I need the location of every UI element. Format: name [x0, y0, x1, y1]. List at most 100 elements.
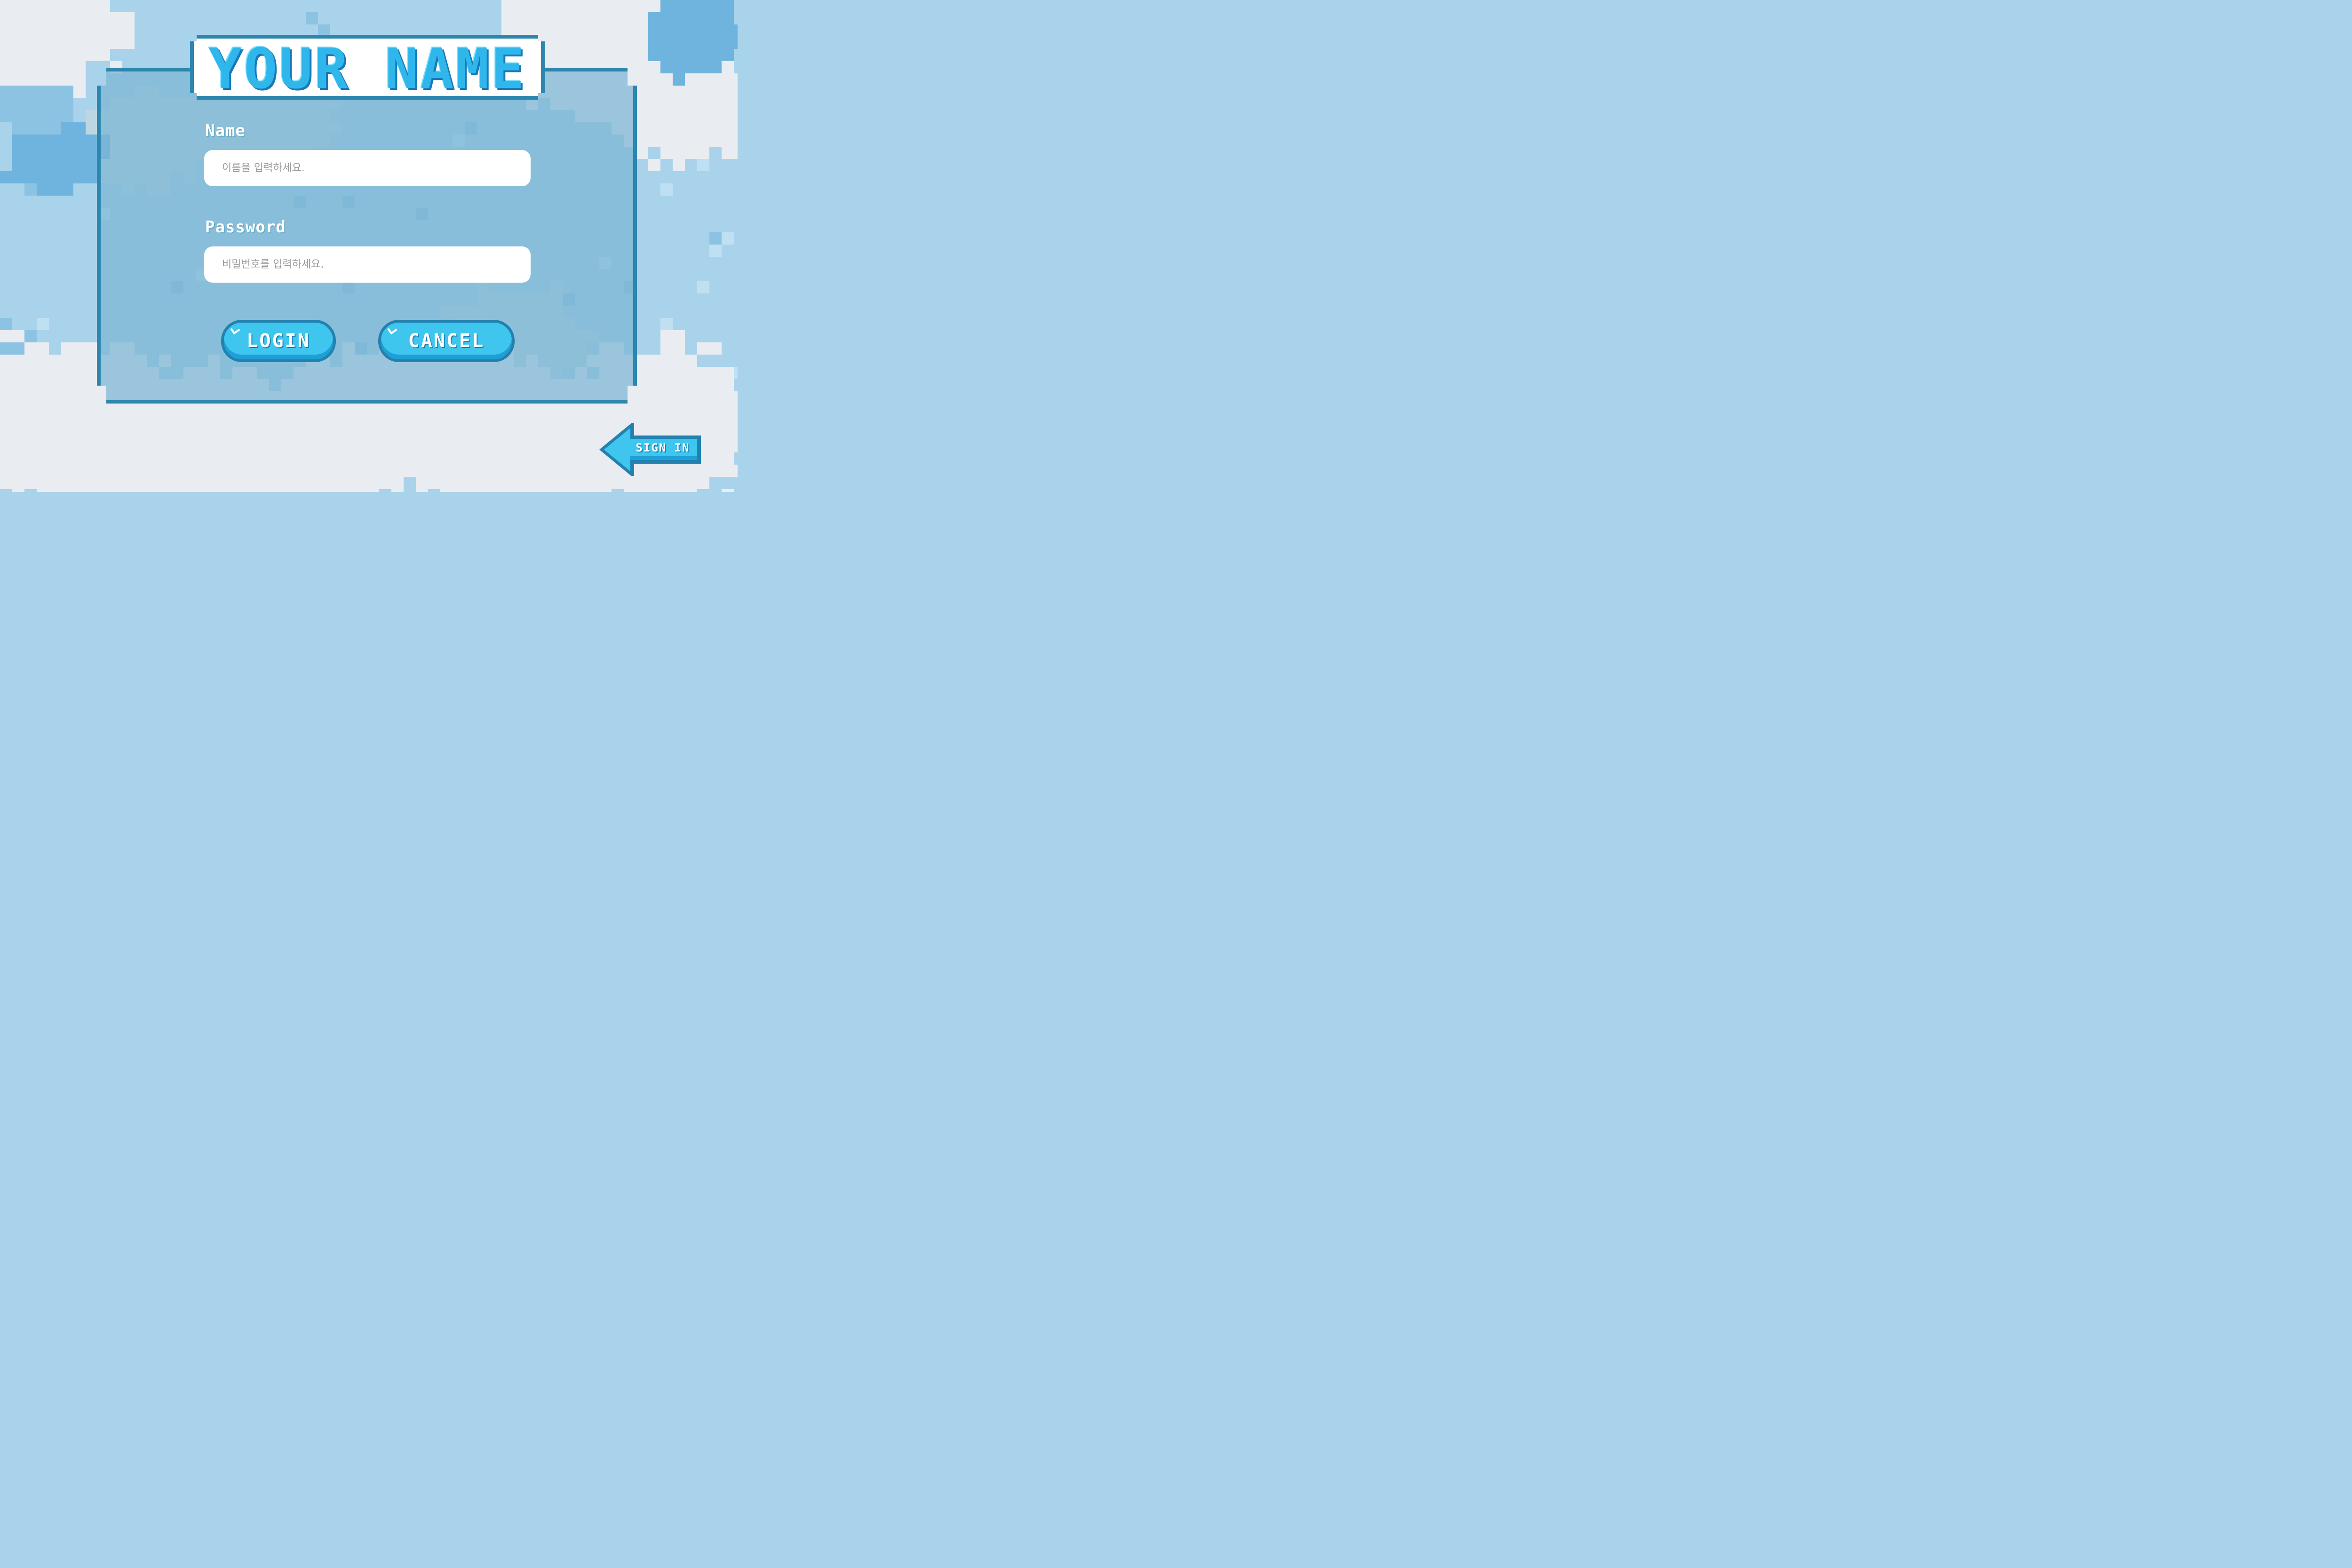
cloud-pixel: [135, 465, 147, 477]
cloud-pixel: [232, 416, 245, 428]
cloud-pixel: [660, 147, 673, 159]
cancel-button[interactable]: CANCEL: [378, 320, 515, 362]
cloud-pixel: [342, 465, 355, 477]
cloud-pixel: [416, 465, 428, 477]
cloud-pixel: [183, 428, 196, 440]
cloud-pixel: [648, 489, 660, 492]
cloud-pixel: [709, 86, 722, 98]
cloud-pixel: [685, 73, 697, 86]
cloud-pixel: [122, 428, 135, 440]
cloud-pixel: [37, 440, 49, 452]
cloud-pixel: [24, 122, 37, 135]
cloud-pixel: [281, 465, 294, 477]
login-panel: [97, 68, 637, 404]
cloud-pixel: [0, 171, 12, 183]
cloud-pixel: [342, 416, 355, 428]
cloud-pixel: [514, 465, 526, 477]
cloud-pixel: [697, 342, 709, 355]
cloud-pixel: [563, 428, 575, 440]
cloud-pixel: [86, 477, 98, 489]
cloud-pixel: [12, 24, 24, 37]
sign-in-button[interactable]: SIGN IN: [597, 422, 703, 478]
cloud-pixel: [73, 37, 86, 49]
cloud-pixel: [147, 465, 159, 477]
cloud-pixel: [73, 147, 86, 159]
cloud-pixel: [685, 49, 697, 61]
cloud-pixel: [0, 318, 12, 330]
cloud-pixel: [514, 416, 526, 428]
cloud-pixel: [330, 416, 342, 428]
cloud-pixel: [465, 489, 477, 492]
cloud-pixel: [648, 379, 660, 391]
cloud-pixel: [147, 489, 159, 492]
cloud-pixel: [722, 73, 734, 86]
cloud-pixel: [660, 0, 673, 12]
cloud-pixel: [538, 404, 550, 416]
cloud-pixel: [367, 404, 379, 416]
cloud-pixel: [257, 489, 269, 492]
cloud-pixel: [12, 489, 24, 492]
cloud-pixel: [24, 12, 37, 24]
cloud-pixel: [98, 416, 110, 428]
cloud-pixel: [709, 428, 722, 440]
cloud-pixel: [294, 440, 306, 452]
cloud-pixel: [428, 440, 440, 452]
cloud-pixel: [489, 428, 501, 440]
cloud-pixel: [526, 489, 538, 492]
cloud-pixel: [355, 477, 367, 489]
cloud-pixel: [416, 440, 428, 452]
cloud-pixel: [501, 452, 514, 465]
cloud-pixel: [563, 12, 575, 24]
password-input[interactable]: [204, 246, 531, 283]
cloud-pixel: [49, 477, 61, 489]
cloud-pixel: [367, 465, 379, 477]
cloud-pixel: [12, 122, 24, 135]
cloud-pixel: [98, 24, 110, 37]
cloud-pixel: [86, 440, 98, 452]
cloud-pixel: [538, 416, 550, 428]
cloud-pixel: [37, 147, 49, 159]
cloud-pixel: [648, 98, 660, 110]
cloud-pixel: [404, 452, 416, 465]
login-button-label: LOGIN: [246, 330, 310, 352]
cloud-pixel: [563, 489, 575, 492]
cloud-pixel: [722, 489, 734, 492]
cloud-pixel: [318, 489, 330, 492]
login-button[interactable]: LOGIN: [221, 320, 336, 362]
cloud-pixel: [648, 159, 660, 171]
name-input[interactable]: [204, 150, 531, 186]
cloud-pixel: [37, 416, 49, 428]
cloud-pixel: [330, 489, 342, 492]
cloud-pixel: [391, 428, 404, 440]
cloud-pixel: [416, 452, 428, 465]
cloud-pixel: [501, 440, 514, 452]
cloud-pixel: [391, 416, 404, 428]
cloud-pixel: [330, 440, 342, 452]
cloud-pixel: [269, 428, 281, 440]
cloud-pixel: [660, 110, 673, 122]
cloud-pixel: [379, 404, 391, 416]
cloud-pixel: [73, 122, 86, 135]
cloud-pixel: [257, 452, 269, 465]
cloud-pixel: [636, 135, 648, 147]
cloud-pixel: [24, 440, 37, 452]
cloud-pixel: [697, 37, 709, 49]
cloud-pixel: [0, 330, 12, 342]
cloud-pixel: [306, 489, 318, 492]
cloud-pixel: [660, 135, 673, 147]
cloud-pixel: [86, 416, 98, 428]
cloud-pixel: [722, 404, 734, 416]
cloud-pixel: [514, 477, 526, 489]
cloud-pixel: [722, 428, 734, 440]
cloud-pixel: [37, 428, 49, 440]
cloud-pixel: [697, 281, 709, 293]
cloud-pixel: [110, 12, 122, 24]
cloud-pixel: [281, 428, 294, 440]
cloud-pixel: [428, 428, 440, 440]
cloud-pixel: [673, 86, 685, 98]
cloud-pixel: [709, 342, 722, 355]
cloud-pixel: [12, 367, 24, 379]
cloud-pixel: [697, 49, 709, 61]
cloud-pixel: [98, 489, 110, 492]
cloud-pixel: [306, 477, 318, 489]
